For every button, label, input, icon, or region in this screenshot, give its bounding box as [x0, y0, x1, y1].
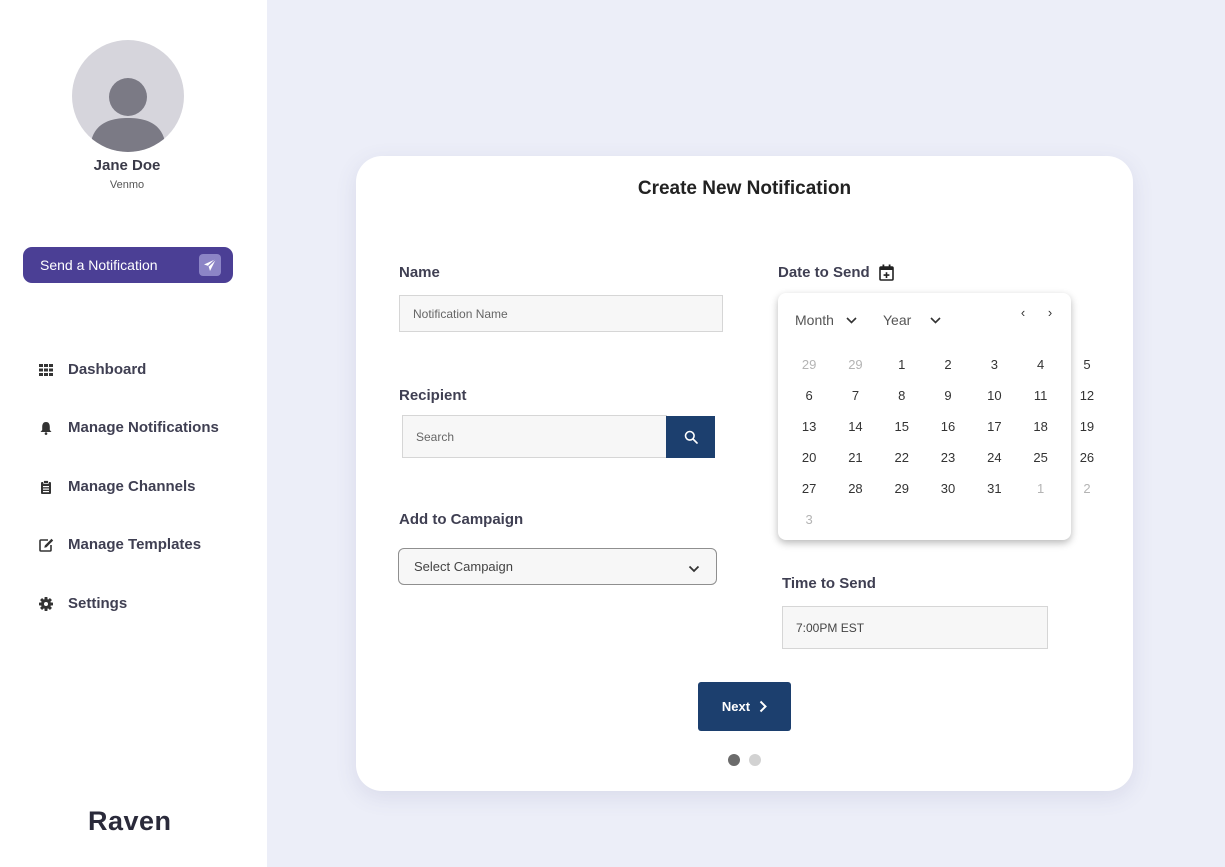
calendar-day[interactable]: 26 — [1064, 442, 1110, 473]
notification-name-input[interactable]: Notification Name — [399, 295, 723, 332]
calendar-day[interactable]: 10 — [971, 380, 1017, 411]
date-to-send-label-row: Date to Send — [778, 264, 894, 281]
calendar-day[interactable]: 27 — [786, 473, 832, 504]
year-dropdown[interactable]: Year — [883, 312, 941, 328]
pagination-dot — [749, 754, 761, 766]
calendar-day[interactable]: 14 — [832, 411, 878, 442]
campaign-label: Add to Campaign — [399, 511, 524, 528]
recipient-search-input[interactable]: Search — [402, 415, 667, 458]
calendar-day[interactable]: 9 — [925, 380, 971, 411]
person-avatar-icon — [72, 40, 184, 152]
campaign-select[interactable]: Select Campaign — [398, 548, 717, 585]
calendar-day[interactable]: 19 — [1064, 411, 1110, 442]
calendar-day-outside-month[interactable]: 29 — [832, 349, 878, 380]
time-to-send-input[interactable]: 7:00PM EST — [782, 606, 1048, 649]
calendar-day-outside-month[interactable]: 3 — [786, 504, 832, 535]
calendar-day[interactable]: 24 — [971, 442, 1017, 473]
user-name: Jane Doe — [93, 157, 161, 174]
sidebar-item-manage-templates[interactable]: Manage Templates — [38, 536, 201, 553]
calendar-day[interactable]: 12 — [1064, 380, 1110, 411]
calendar-day[interactable]: 23 — [925, 442, 971, 473]
calendar-day[interactable]: 11 — [1017, 380, 1063, 411]
prev-month-button[interactable]: ‹ — [1016, 305, 1030, 320]
campaign-select-value: Select Campaign — [414, 559, 513, 574]
time-to-send-label: Time to Send — [782, 575, 876, 592]
sidebar-item-label: Settings — [68, 595, 128, 612]
calendar-day[interactable]: 15 — [879, 411, 925, 442]
send-notification-button[interactable]: Send a Notification — [23, 247, 233, 283]
clipboard-icon — [38, 479, 54, 495]
year-dropdown-label: Year — [883, 312, 912, 328]
bell-icon — [38, 420, 54, 436]
calendar-day-outside-month[interactable]: 2 — [1064, 473, 1110, 504]
calendar-day-outside-month[interactable]: 1 — [1017, 473, 1063, 504]
calendar-day[interactable]: 1 — [879, 349, 925, 380]
send-notification-label: Send a Notification — [40, 257, 158, 273]
next-button-label: Next — [721, 699, 751, 714]
calendar-day[interactable]: 2 — [925, 349, 971, 380]
calendar-plus-icon[interactable] — [878, 264, 894, 281]
sidebar-item-label: Manage Templates — [68, 536, 202, 553]
sidebar-item-manage-notifications[interactable]: Manage Notifications — [38, 419, 219, 436]
calendar-day[interactable]: 7 — [832, 380, 878, 411]
calendar-day[interactable]: 28 — [832, 473, 878, 504]
calendar-day[interactable]: 16 — [925, 411, 971, 442]
paper-plane-icon — [199, 254, 221, 276]
month-dropdown[interactable]: Month — [795, 312, 857, 328]
sidebar-item-settings[interactable]: Settings — [38, 595, 127, 612]
time-to-send-value: 7:00PM EST — [796, 620, 865, 635]
brand-logo: Raven — [88, 806, 172, 836]
chevron-down-icon — [846, 316, 857, 324]
next-button[interactable]: Next — [698, 682, 791, 731]
calendar-day[interactable]: 4 — [1017, 349, 1063, 380]
chevron-down-icon — [688, 561, 700, 576]
calendar-day[interactable]: 31 — [971, 473, 1017, 504]
calendar-day[interactable]: 22 — [879, 442, 925, 473]
sidebar-item-label: Dashboard — [68, 361, 147, 378]
calendar-day[interactable]: 17 — [971, 411, 1017, 442]
calendar-day[interactable]: 6 — [786, 380, 832, 411]
notification-name-placeholder: Notification Name — [413, 306, 508, 321]
calendar-day[interactable]: 8 — [879, 380, 925, 411]
user-organization: Venmo — [109, 179, 145, 191]
search-icon — [684, 430, 698, 444]
recipient-label: Recipient — [399, 387, 467, 404]
calendar-day[interactable]: 25 — [1017, 442, 1063, 473]
chevron-left-icon: ‹ — [1020, 305, 1026, 320]
calendar-day[interactable]: 13 — [786, 411, 832, 442]
sidebar-item-manage-channels[interactable]: Manage Channels — [38, 478, 196, 495]
sidebar-item-dashboard[interactable]: Dashboard — [38, 361, 146, 378]
date-to-send-label: Date to Send — [778, 264, 870, 281]
next-month-button[interactable]: › — [1043, 305, 1057, 320]
chevron-right-icon: › — [1047, 305, 1053, 320]
grid-icon — [38, 362, 54, 378]
sidebar-item-label: Manage Notifications — [68, 419, 219, 436]
create-notification-card: Create New Notification Name Notificatio… — [356, 156, 1133, 791]
recipient-search-button[interactable] — [666, 416, 715, 458]
gear-icon — [38, 596, 54, 612]
calendar-day[interactable]: 18 — [1017, 411, 1063, 442]
chevron-down-icon — [930, 316, 941, 324]
calendar-day-grid: 29 29 1 2 3 4 5 6 7 8 9 10 11 12 13 14 15 16 17 18 19 20 21 22 2… — [786, 349, 1110, 535]
calendar-day[interactable]: 30 — [925, 473, 971, 504]
pagination-dot-active — [728, 754, 740, 766]
name-label: Name — [399, 264, 440, 281]
month-dropdown-label: Month — [795, 312, 834, 328]
date-picker-calendar: Month Year ‹ › 29 29 1 2 3 4 5 6 7 8 9 10 11 12 13 14 15… — [778, 293, 1094, 540]
recipient-search-placeholder: Search — [416, 429, 455, 444]
calendar-day-outside-month[interactable]: 29 — [786, 349, 832, 380]
calendar-day[interactable]: 21 — [832, 442, 878, 473]
chevron-right-icon — [750, 700, 768, 713]
calendar-day[interactable]: 29 — [879, 473, 925, 504]
calendar-day[interactable]: 5 — [1064, 349, 1110, 380]
page-title: Create New Notification — [637, 178, 852, 199]
sidebar: Jane Doe Venmo Send a Notification Dashb… — [0, 0, 267, 867]
calendar-day[interactable]: 3 — [971, 349, 1017, 380]
edit-icon — [38, 537, 54, 553]
calendar-day[interactable]: 20 — [786, 442, 832, 473]
sidebar-item-label: Manage Channels — [68, 478, 196, 495]
